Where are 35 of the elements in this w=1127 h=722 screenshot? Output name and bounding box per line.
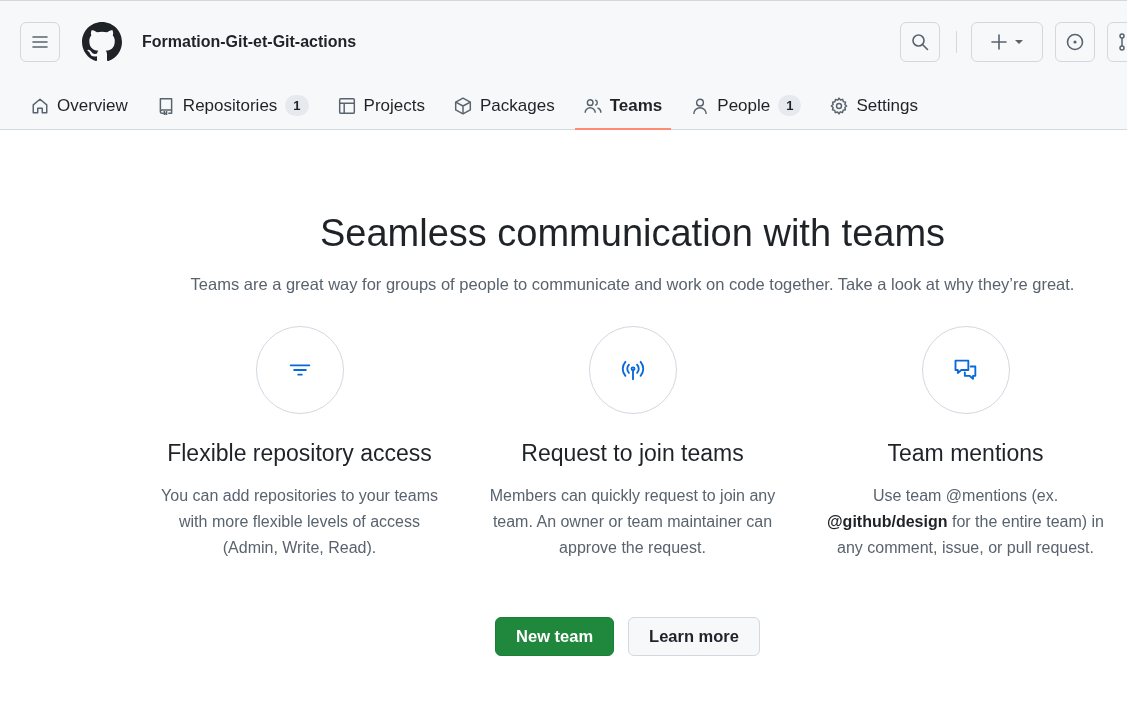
nav-tab[interactable]: Repositories 1 bbox=[147, 83, 318, 130]
nav-tab[interactable]: Teams bbox=[574, 83, 672, 130]
people-icon bbox=[583, 96, 602, 115]
table-icon bbox=[337, 96, 356, 115]
nav-tab[interactable]: Packages bbox=[445, 83, 564, 130]
feature-title: Flexible repository access bbox=[167, 440, 432, 467]
hero-title: Seamless communication with teams bbox=[319, 212, 946, 255]
feature-description: Use team @mentions (ex. @github/design for the entire team) in any comment, issue, or pull request. bbox=[826, 486, 1105, 558]
menu-button[interactable] bbox=[20, 22, 60, 62]
create-new-button[interactable] bbox=[971, 22, 1043, 62]
feature-description: Members can quickly request to join any team. An owner or team maintainer can approve the request. bbox=[488, 486, 777, 558]
circle-dot-icon bbox=[1066, 33, 1084, 51]
search-icon bbox=[911, 33, 929, 51]
gear-icon bbox=[830, 96, 849, 115]
feature-title: Request to join teams bbox=[521, 440, 744, 467]
nav-tab[interactable]: Overview bbox=[22, 83, 137, 130]
feature-title: Team mentions bbox=[887, 440, 1044, 467]
feature-description: You can add repositories to your teams with more flexible levels of access (Admin, Write, Read). bbox=[160, 486, 439, 558]
org-name[interactable]: Formation-Git-et-Git-actions bbox=[142, 33, 357, 51]
issues-button[interactable] bbox=[1055, 22, 1095, 62]
counter-badge: 1 bbox=[285, 95, 309, 116]
nav-tab[interactable]: People 1 bbox=[682, 83, 811, 130]
search-button[interactable] bbox=[900, 22, 940, 62]
hero-subtitle: Teams are a great way for groups of people to communicate and work on code together. Take a look at why they’re great. bbox=[190, 275, 1075, 294]
nav-tab[interactable]: Projects bbox=[328, 83, 434, 130]
counter-badge: 1 bbox=[778, 95, 802, 116]
plus-caret-icon bbox=[991, 34, 1023, 50]
home-icon bbox=[31, 96, 49, 115]
octocat-logo-icon[interactable] bbox=[82, 22, 122, 62]
menu-icon bbox=[32, 34, 48, 50]
new-team-button[interactable]: New team bbox=[495, 617, 615, 656]
package-icon bbox=[454, 96, 472, 115]
person-icon bbox=[691, 96, 710, 115]
nav-tab[interactable]: Settings bbox=[821, 83, 927, 130]
learn-more-button[interactable]: Learn more bbox=[628, 617, 760, 656]
